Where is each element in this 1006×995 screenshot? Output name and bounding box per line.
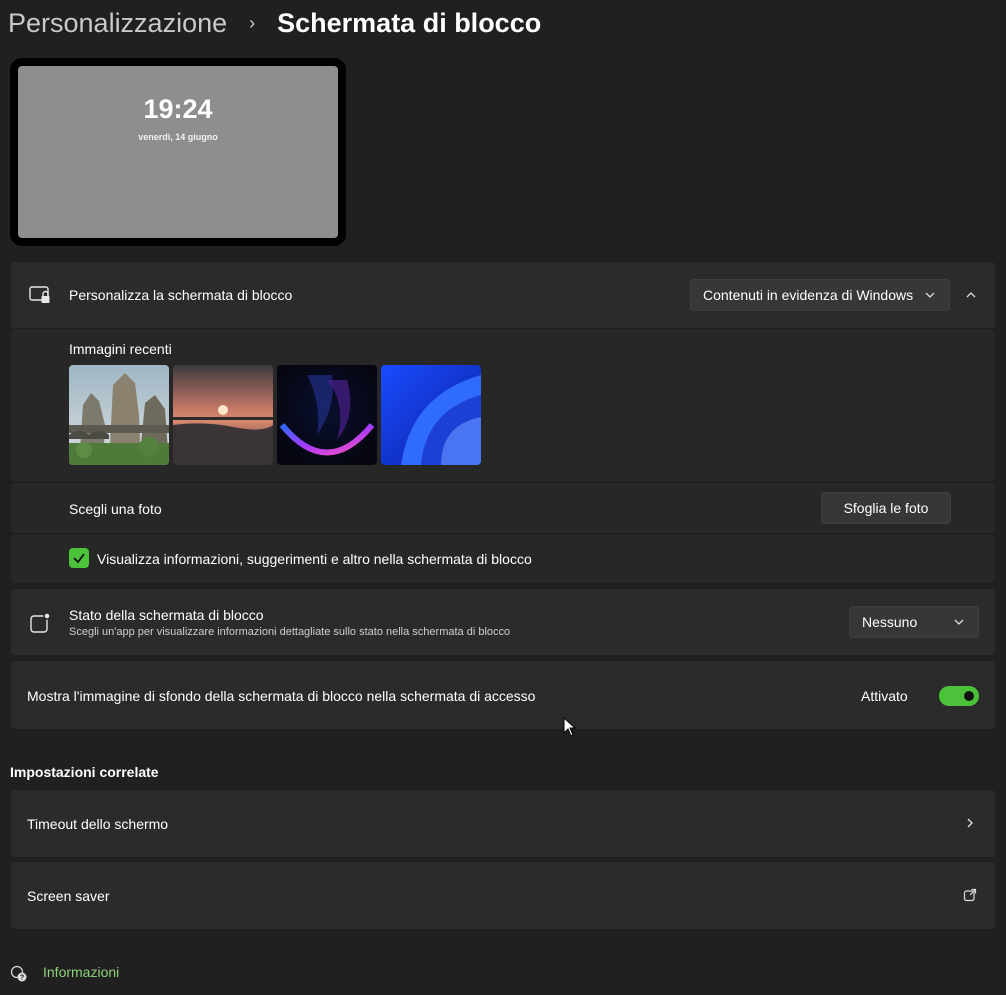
chevron-up-icon bbox=[966, 292, 976, 298]
checkmark-icon bbox=[73, 553, 85, 564]
recent-image-1[interactable] bbox=[69, 365, 169, 465]
choose-photo-label: Scegli una foto bbox=[69, 501, 162, 517]
status-app-icon bbox=[28, 611, 52, 635]
recent-image-4[interactable] bbox=[381, 365, 481, 465]
screen-timeout-label: Timeout dello schermo bbox=[27, 816, 169, 832]
lock-screen-preview: 19:24 venerdì, 14 giugno bbox=[10, 58, 346, 246]
status-description: Scegli un'app per visualizzare informazi… bbox=[69, 626, 511, 638]
chevron-down-icon bbox=[954, 619, 964, 625]
screen-saver-label: Screen saver bbox=[27, 888, 110, 904]
breadcrumb-parent-link[interactable]: Personalizzazione bbox=[8, 6, 227, 40]
mouse-cursor-icon bbox=[563, 717, 577, 737]
status-label: Stato della schermata di blocco bbox=[69, 607, 264, 623]
preview-time: 19:24 bbox=[143, 94, 213, 124]
lock-screen-status-card: Stato della schermata di blocco Scegli u… bbox=[11, 589, 995, 655]
toggle-knob bbox=[964, 691, 974, 701]
breadcrumb-separator: › bbox=[249, 13, 256, 33]
chevron-down-icon bbox=[925, 292, 935, 298]
collapse-button[interactable] bbox=[956, 279, 986, 311]
recent-image-2[interactable] bbox=[173, 365, 273, 465]
info-link[interactable]: Informazioni bbox=[43, 964, 119, 980]
recent-image-3[interactable] bbox=[277, 365, 377, 465]
lock-screen-icon bbox=[28, 283, 52, 307]
signin-background-label: Mostra l'immagine di sfondo della scherm… bbox=[27, 688, 536, 704]
svg-text:?: ? bbox=[20, 975, 24, 982]
page-title: Schermata di blocco bbox=[277, 8, 542, 38]
help-icon: ? bbox=[10, 965, 27, 982]
preview-screen: 19:24 venerdì, 14 giugno bbox=[18, 66, 338, 238]
show-info-checkbox[interactable] bbox=[69, 548, 89, 568]
choose-photo-row: Scegli una foto Sfoglia le foto bbox=[11, 483, 995, 533]
breadcrumb: Personalizzazione › Schermata di blocco bbox=[8, 6, 541, 40]
status-dropdown-value: Nessuno bbox=[862, 614, 918, 630]
show-info-label: Visualizza informazioni, suggerimenti e … bbox=[97, 551, 532, 567]
chevron-right-icon bbox=[967, 818, 973, 828]
personalize-dropdown[interactable]: Contenuti in evidenza di Windows bbox=[690, 279, 950, 311]
preview-date: venerdì, 14 giugno bbox=[138, 132, 218, 142]
toggle-state-label: Attivato bbox=[861, 688, 908, 704]
status-dropdown[interactable]: Nessuno bbox=[849, 606, 979, 638]
signin-background-toggle[interactable] bbox=[939, 686, 979, 706]
personalize-lock-screen-card[interactable]: Personalizza la schermata di blocco Cont… bbox=[11, 262, 995, 328]
screen-saver-row[interactable]: Screen saver bbox=[11, 862, 995, 929]
external-link-icon bbox=[963, 888, 977, 902]
related-settings-heading: Impostazioni correlate bbox=[10, 764, 159, 780]
personalize-label: Personalizza la schermata di blocco bbox=[69, 287, 293, 303]
recent-images-label: Immagini recenti bbox=[69, 341, 172, 357]
screen-timeout-row[interactable]: Timeout dello schermo bbox=[11, 790, 995, 857]
browse-photos-button[interactable]: Sfoglia le foto bbox=[821, 492, 951, 524]
personalize-dropdown-value: Contenuti in evidenza di Windows bbox=[703, 287, 914, 303]
signin-background-card: Mostra l'immagine di sfondo della scherm… bbox=[11, 661, 995, 729]
